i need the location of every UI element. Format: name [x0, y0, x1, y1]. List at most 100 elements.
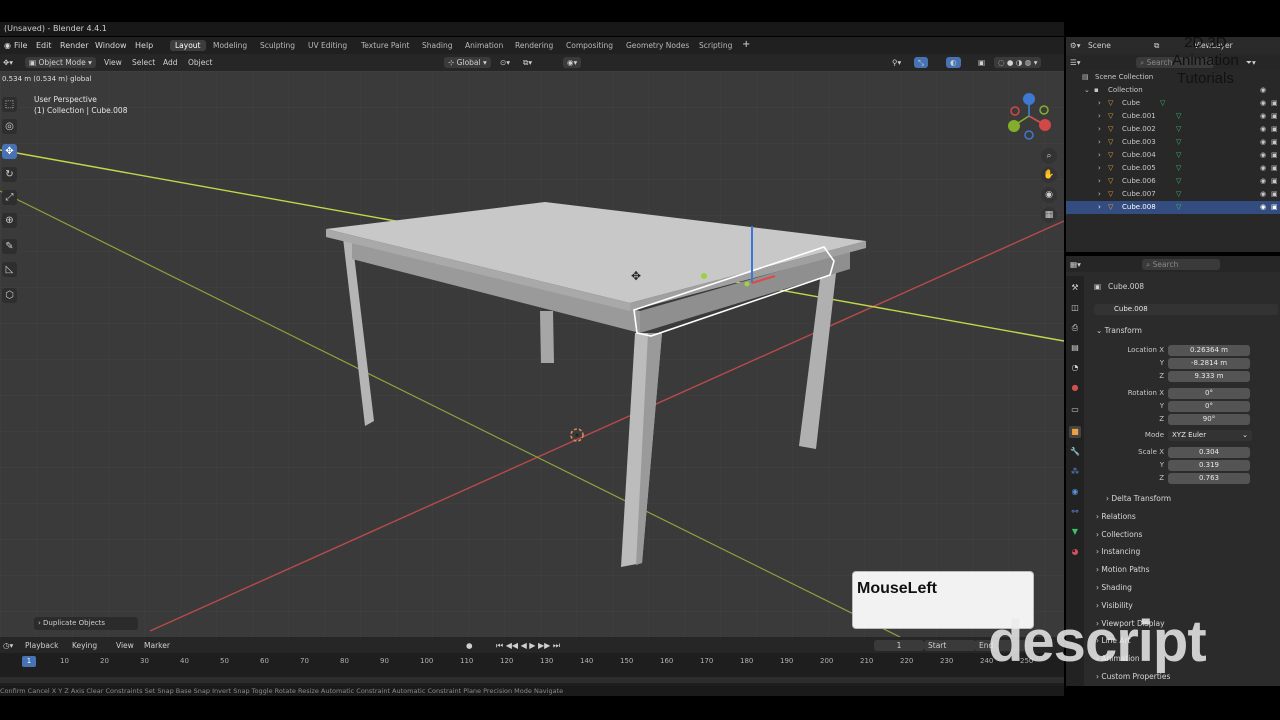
xray-icon[interactable]: ▣ — [978, 57, 985, 68]
transform-tool-icon[interactable]: ⊕ — [2, 213, 17, 228]
tab-compositing[interactable]: Compositing — [561, 40, 618, 51]
menu-render[interactable]: Render — [60, 41, 88, 50]
rotate-tool-icon[interactable]: ↻ — [2, 167, 17, 182]
outliner-object-row[interactable]: › ▽ Cube.004 ▽ ◉ ▣ — [1066, 149, 1280, 162]
pivot-icon[interactable]: ⊙▾ — [500, 57, 510, 68]
visibility-eye-icon[interactable]: ◉ — [1260, 175, 1266, 188]
visibility-eye-icon[interactable]: ◉ — [1260, 149, 1266, 162]
chevron-right-icon[interactable]: › — [1098, 149, 1101, 162]
chevron-right-icon[interactable]: › — [1098, 110, 1101, 123]
collapsed-section[interactable]: › Delta Transform — [1106, 494, 1171, 503]
chevron-right-icon[interactable]: › — [1098, 162, 1101, 175]
shading-modes-icon[interactable]: ◌ ● ◑ ◍ ▾ — [994, 57, 1042, 68]
outliner-object-row[interactable]: › ▽ Cube.006 ▽ ◉ ▣ — [1066, 175, 1280, 188]
outliner-object-row[interactable]: › ▽ Cube.002 ▽ ◉ ▣ — [1066, 123, 1280, 136]
tab-shading[interactable]: Shading — [417, 40, 457, 51]
scale-z-field[interactable]: 0.763 — [1168, 473, 1250, 484]
location-y-field[interactable]: -8.2814 m — [1168, 358, 1250, 369]
playhead[interactable]: 1 — [22, 656, 36, 667]
menu-add[interactable]: Add — [163, 57, 178, 68]
rotation-x-field[interactable]: 0° — [1168, 388, 1250, 399]
select-tool-icon[interactable]: ⬚ — [2, 97, 17, 112]
tool-tab-icon[interactable]: ⚒ — [1069, 282, 1081, 294]
render-camera-icon[interactable]: ▣ — [1271, 188, 1278, 201]
scene-selector[interactable]: Scene — [1088, 40, 1111, 51]
outliner-object-row[interactable]: › ▽ Cube ▽ ◉ ▣ — [1066, 97, 1280, 110]
mode-dropdown[interactable]: ▣ Object Mode ▾ — [25, 57, 96, 68]
tab-scripting[interactable]: Scripting — [694, 40, 737, 51]
outliner-object-row[interactable]: › ▽ Cube.001 ▽ ◉ ▣ — [1066, 110, 1280, 123]
rotation-mode-dropdown[interactable]: XYZ Euler ⌄ — [1168, 430, 1252, 441]
chevron-right-icon[interactable]: › — [1098, 97, 1101, 110]
outliner-object-row[interactable]: › ▽ Cube.005 ▽ ◉ ▣ — [1066, 162, 1280, 175]
chevron-right-icon[interactable]: › — [1098, 188, 1101, 201]
3d-viewport[interactable]: ✥ — [0, 71, 1064, 637]
menu-window[interactable]: Window — [95, 41, 127, 50]
camera-view-icon[interactable]: ◉ — [1041, 187, 1057, 203]
render-camera-icon[interactable]: ▣ — [1271, 123, 1278, 136]
chevron-down-icon[interactable]: ⌄ — [1084, 84, 1090, 97]
collapsed-section[interactable]: › Shading — [1096, 583, 1132, 592]
perspective-toggle-icon[interactable]: ▦ — [1041, 207, 1057, 223]
display-mode-icon[interactable]: ☰▾ — [1070, 57, 1081, 68]
scale-x-field[interactable]: 0.304 — [1168, 447, 1250, 458]
output-tab-icon[interactable]: ⎙ — [1069, 322, 1081, 334]
render-camera-icon[interactable]: ▣ — [1271, 136, 1278, 149]
render-camera-icon[interactable]: ▣ — [1271, 149, 1278, 162]
move-tool-icon[interactable]: ✥ — [2, 144, 17, 159]
visibility-eye-icon[interactable]: ◉ — [1260, 136, 1266, 149]
tab-modeling[interactable]: Modeling — [208, 40, 252, 51]
pan-hand-icon[interactable]: ✋ — [1041, 167, 1057, 183]
particles-tab-icon[interactable]: ⁂ — [1069, 466, 1081, 478]
collapsed-section[interactable]: › Instancing — [1096, 547, 1140, 556]
orientation-dropdown[interactable]: ⊹ Global ▾ — [444, 57, 491, 68]
rotation-y-field[interactable]: 0° — [1168, 401, 1250, 412]
menu-file[interactable]: File — [14, 41, 27, 50]
snap-icon[interactable]: ⧉▾ — [523, 57, 532, 68]
menu-keying[interactable]: Keying — [72, 640, 97, 651]
visibility-eye-icon[interactable]: ◉ — [1260, 84, 1266, 97]
render-camera-icon[interactable]: ▣ — [1271, 201, 1278, 214]
gizmo-toggle-icon[interactable]: ⤡ — [914, 57, 928, 68]
outliner-object-row[interactable]: › ▽ Cube.008 ▽ ◉ ▣ — [1066, 201, 1280, 214]
scale-y-field[interactable]: 0.319 — [1168, 460, 1250, 471]
new-scene-icon[interactable]: ⧉ — [1154, 40, 1159, 51]
visibility-eye-icon[interactable]: ◉ — [1260, 162, 1266, 175]
outliner-object-row[interactable]: › ▽ Cube.003 ▽ ◉ ▣ — [1066, 136, 1280, 149]
material-tab-icon[interactable]: ◕ — [1069, 546, 1081, 558]
tab-uv-editing[interactable]: UV Editing — [303, 40, 352, 51]
menu-edit[interactable]: Edit — [36, 41, 52, 50]
props-editor-type-icon[interactable]: ▦▾ — [1070, 259, 1081, 270]
filter-icon[interactable]: ⏷▾ — [1246, 57, 1256, 68]
location-z-field[interactable]: 9.333 m — [1168, 371, 1250, 382]
menu-help[interactable]: Help — [135, 41, 153, 50]
gizmo-y-handle[interactable] — [701, 273, 707, 279]
zoom-icon[interactable]: ⌕ — [1041, 148, 1057, 164]
scene-tab-icon[interactable]: ◔ — [1069, 362, 1081, 374]
menu-select[interactable]: Select — [132, 57, 155, 68]
scene-icon[interactable]: ⚙▾ — [1070, 40, 1081, 51]
menu-view[interactable]: View — [104, 57, 122, 68]
blender-logo-icon[interactable]: ◉ — [4, 41, 11, 50]
render-tab-icon[interactable]: ◫ — [1069, 302, 1081, 314]
annotate-tool-icon[interactable]: ✎ — [2, 239, 17, 254]
visibility-eye-icon[interactable]: ◉ — [1260, 97, 1266, 110]
visibility-eye-icon[interactable]: ◉ — [1260, 123, 1266, 136]
constraints-tab-icon[interactable]: ⚯ — [1069, 506, 1081, 518]
object-tab-icon[interactable]: ■ — [1069, 426, 1081, 438]
timeline-editor-type-icon[interactable]: ◷▾ — [3, 640, 13, 651]
current-frame-field[interactable]: 1 — [874, 640, 924, 651]
collapsed-section[interactable]: › Collections — [1096, 530, 1142, 539]
world-tab-icon[interactable]: ● — [1069, 382, 1081, 394]
location-x-field[interactable]: 0.26364 m — [1168, 345, 1250, 356]
chevron-right-icon[interactable]: › — [1098, 123, 1101, 136]
measure-tool-icon[interactable]: ◺ — [2, 262, 17, 277]
visibility-eye-icon[interactable]: ◉ — [1260, 110, 1266, 123]
nav-gizmo-y[interactable] — [1008, 120, 1020, 132]
physics-tab-icon[interactable]: ◉ — [1069, 486, 1081, 498]
proportional-edit-icon[interactable]: ◉▾ — [563, 57, 582, 68]
object-name-field[interactable]: Cube.008 — [1094, 304, 1278, 315]
menu-timeline-view[interactable]: View — [116, 640, 134, 651]
menu-marker[interactable]: Marker — [144, 640, 170, 651]
add-workspace-icon[interactable]: + — [742, 39, 750, 50]
